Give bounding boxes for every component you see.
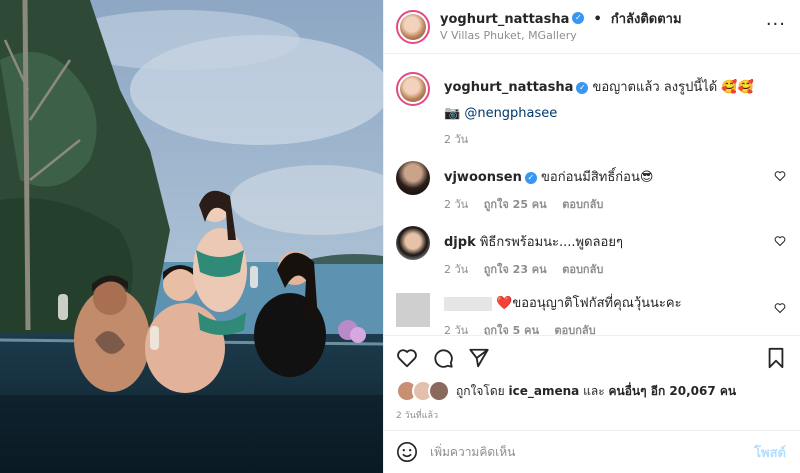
like-comment-heart-icon[interactable] bbox=[774, 302, 786, 314]
add-comment-bar: เพิ่มความคิดเห็น โพสต์ bbox=[384, 430, 800, 473]
reply-button[interactable]: ตอบกลับ bbox=[555, 324, 596, 335]
commenter-avatar-redacted[interactable] bbox=[396, 293, 430, 327]
header-text: yoghurt_nattasha ✓ • กำลังติดตาม V Villas… bbox=[440, 10, 682, 44]
comment-likes[interactable]: ถูกใจ 5 คน bbox=[484, 324, 539, 335]
instagram-post: yoghurt_nattasha ✓ • กำลังติดตาม V Villas… bbox=[0, 0, 800, 473]
caption-text: ขอญาตแล้ว ลงรูปนี้ได้ bbox=[592, 80, 718, 95]
commenter-avatar[interactable] bbox=[396, 226, 430, 260]
verified-badge-icon: ✓ bbox=[572, 12, 585, 24]
caption-avatar[interactable] bbox=[396, 72, 430, 106]
comment-item: djpk พิธีกรพร้อมนะ....พูดลอยๆ 2 วัน ถูกใ… bbox=[396, 226, 788, 279]
reply-button[interactable]: ตอบกลับ bbox=[562, 263, 603, 276]
likes-summary[interactable]: ถูกใจโดย ice_amena และ คนอื่นๆ อีก 20,06… bbox=[396, 380, 786, 402]
comment-time[interactable]: 2 วัน bbox=[444, 198, 468, 211]
save-bookmark-icon[interactable] bbox=[766, 347, 786, 369]
reply-button[interactable]: ตอบกลับ bbox=[562, 198, 603, 211]
share-send-icon[interactable] bbox=[468, 347, 490, 369]
likes-prefix: ถูกใจโดย bbox=[456, 383, 505, 398]
post-side-panel: yoghurt_nattasha ✓ • กำลังติดตาม V Villas… bbox=[383, 0, 800, 473]
add-comment-input[interactable]: เพิ่มความคิดเห็น bbox=[430, 443, 754, 462]
commenter-avatar[interactable] bbox=[396, 161, 430, 195]
liker-avatars bbox=[396, 380, 450, 402]
verified-badge-icon: ✓ bbox=[576, 81, 589, 94]
comment-item: vjwoonsen ✓ ขอก่อนมีสิทธิ์ก่อน😎 2 วัน ถูก… bbox=[396, 161, 788, 214]
following-button[interactable]: กำลังติดตาม bbox=[611, 12, 682, 27]
comment-likes[interactable]: ถูกใจ 25 คน bbox=[484, 198, 547, 211]
like-heart-icon[interactable] bbox=[396, 347, 418, 369]
comment-item: ❤️ขออนุญาติโฟกัสที่คุณวุ้นนะคะ 2 วัน ถูก… bbox=[396, 293, 788, 335]
author-avatar[interactable] bbox=[396, 9, 430, 44]
likes-middle: และ bbox=[583, 383, 605, 398]
pool-photo-image bbox=[0, 0, 383, 473]
comment-time[interactable]: 2 วัน bbox=[444, 263, 468, 276]
like-comment-heart-icon[interactable] bbox=[774, 170, 786, 182]
likes-others-count[interactable]: คนอื่นๆ อีก 20,067 คน bbox=[608, 382, 736, 401]
caption: yoghurt_nattasha ✓ ขอญาตแล้ว ลงรูปนี้ได้ … bbox=[396, 72, 788, 149]
liked-by-user[interactable]: ice_amena bbox=[509, 384, 580, 398]
comment-text: พิธีกรพร้อมนะ....พูดลอยๆ bbox=[479, 235, 623, 250]
post-header: yoghurt_nattasha ✓ • กำลังติดตาม V Villas… bbox=[384, 0, 800, 54]
post-location[interactable]: V Villas Phuket, MGallery bbox=[440, 28, 682, 44]
commenter-username[interactable]: djpk bbox=[444, 235, 476, 250]
post-photo[interactable] bbox=[0, 0, 383, 473]
author-username[interactable]: yoghurt_nattasha bbox=[440, 12, 569, 27]
post-actions: ถูกใจโดย ice_amena และ คนอื่นๆ อีก 20,06… bbox=[384, 335, 800, 422]
commenter-username[interactable]: vjwoonsen bbox=[444, 170, 522, 185]
liker-avatar bbox=[428, 380, 450, 402]
post-comment-button[interactable]: โพสต์ bbox=[754, 442, 786, 463]
comment-bubble-icon[interactable] bbox=[432, 347, 454, 369]
comment-text: ❤️ขออนุญาติโฟกัสที่คุณวุ้นนะคะ bbox=[496, 296, 682, 311]
comment-text: ขอก่อนมีสิทธิ์ก่อน😎 bbox=[541, 170, 654, 185]
post-timestamp[interactable]: 2 วันที่แล้ว bbox=[396, 408, 786, 422]
like-comment-heart-icon[interactable] bbox=[774, 235, 786, 247]
redacted-username bbox=[444, 296, 492, 311]
caption-username[interactable]: yoghurt_nattasha bbox=[444, 80, 573, 95]
smile-icon[interactable] bbox=[396, 441, 418, 463]
more-options-icon[interactable]: ··· bbox=[766, 14, 786, 35]
header-separator: • bbox=[593, 11, 602, 27]
tagged-user-link[interactable]: @nengphasee bbox=[464, 106, 557, 121]
comment-time[interactable]: 2 วัน bbox=[444, 324, 468, 335]
comments-section[interactable]: yoghurt_nattasha ✓ ขอญาตแล้ว ลงรูปนี้ได้ … bbox=[384, 54, 800, 335]
caption-time[interactable]: 2 วัน bbox=[444, 133, 468, 146]
camera-icon: 📷 bbox=[444, 106, 461, 121]
verified-badge-icon: ✓ bbox=[524, 171, 537, 184]
comment-likes[interactable]: ถูกใจ 23 คน bbox=[484, 263, 547, 276]
caption-emoji: 🥰🥰 bbox=[721, 80, 754, 95]
